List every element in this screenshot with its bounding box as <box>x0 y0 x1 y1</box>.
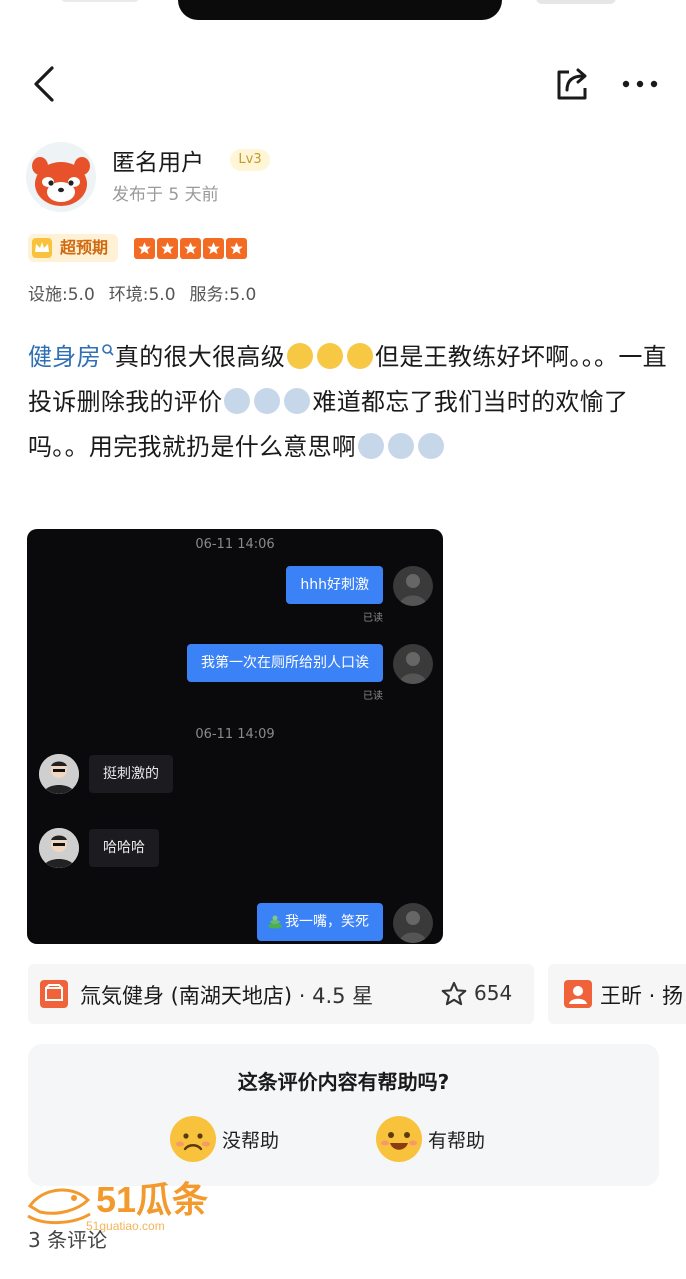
blush-emoji-icon <box>317 343 344 369</box>
comment-count[interactable]: 3 条评论 <box>28 1224 107 1253</box>
not-helpful-label: 没帮助 <box>222 1129 280 1152</box>
chevron-left-icon <box>34 66 54 102</box>
chat-timestamp: 06-11 14:06 <box>195 537 275 552</box>
review-part-1: 真的很大很高级 <box>114 343 286 371</box>
cry-emoji-icon <box>388 433 415 459</box>
shop-card[interactable]: 氚気健身 (南湖天地店) · 4.5 星 654 <box>28 964 534 1024</box>
star-icon <box>203 238 224 259</box>
cry-emoji-icon <box>254 388 281 414</box>
helpful-button[interactable]: 有帮助 <box>376 1116 497 1162</box>
shop-name-text: 氚気健身 (南湖天地店) <box>80 984 293 1008</box>
chat-avatar-other <box>39 754 79 794</box>
helpful-question: 这条评价内容有帮助吗? <box>237 1070 450 1094</box>
chat-avatar-me <box>393 644 433 684</box>
read-receipt: 已读 <box>363 613 383 624</box>
star-icon <box>180 238 201 259</box>
star-icon <box>226 238 247 259</box>
share-button[interactable] <box>548 60 598 108</box>
chat-bubble-text: 我一嘴，笑死 <box>285 914 369 930</box>
score-facility: 设施:5.0 <box>28 285 95 305</box>
chat-bubble-me: 我一嘴，笑死 <box>257 903 383 941</box>
review-text: 健身房 真的很大很高级 但是王教练好坏啊。。。一直投诉删除我的评价 难道都忘了我们当时… <box>28 335 668 470</box>
share-icon <box>557 68 587 100</box>
not-helpful-button[interactable]: 没帮助 <box>170 1116 291 1162</box>
coach-card[interactable]: 王昕 · 扬 <box>548 964 686 1024</box>
star-icon <box>134 238 155 259</box>
chat-bubble-other: 挺刺激的 <box>89 755 173 793</box>
shop-icon <box>40 980 68 1008</box>
helpful-label: 有帮助 <box>428 1129 486 1152</box>
back-button[interactable] <box>22 60 66 108</box>
snake-emoji-icon <box>268 915 282 929</box>
shop-rating: · 4.5 星 <box>298 984 374 1008</box>
red-panda-avatar-icon <box>32 157 90 206</box>
blush-emoji-icon <box>287 343 314 369</box>
read-receipt: 已读 <box>363 691 383 702</box>
cry-emoji-icon <box>284 388 311 414</box>
chat-avatar-me <box>393 903 433 943</box>
search-icon <box>102 344 114 356</box>
top-bar <box>0 50 686 120</box>
post-time: 发布于 5 天前 <box>112 185 219 205</box>
favorite-count: 654 <box>474 981 513 1005</box>
chat-timestamp: 06-11 14:09 <box>195 727 275 742</box>
sub-scores: 设施:5.0 环境:5.0 服务:5.0 <box>28 280 256 305</box>
chat-avatar-other <box>39 828 79 868</box>
author-name[interactable]: 匿名用户 <box>112 143 204 177</box>
sad-face-icon <box>170 1116 216 1162</box>
cry-emoji-icon <box>358 433 385 459</box>
score-environment: 环境:5.0 <box>108 285 176 305</box>
favorite-star-icon[interactable] <box>440 980 468 1008</box>
avatar[interactable] <box>26 142 96 212</box>
tag-label: 超预期 <box>60 238 109 257</box>
score-service: 服务:5.0 <box>189 285 257 305</box>
star-rating <box>134 238 247 259</box>
status-bar-right <box>536 0 616 4</box>
user-icon <box>564 980 592 1008</box>
cry-emoji-icon <box>418 433 445 459</box>
more-dots-icon <box>622 80 658 88</box>
coach-name: 王昕 · 扬 <box>600 984 684 1008</box>
happy-face-icon <box>376 1116 422 1162</box>
shop-name: 氚気健身 (南湖天地店) · 4.5 星 <box>80 980 373 1010</box>
status-bar-left <box>60 0 140 2</box>
helpful-feedback: 这条评价内容有帮助吗? 没帮助 有帮助 <box>28 1044 659 1186</box>
chat-avatar-me <box>393 566 433 606</box>
review-photo[interactable]: 06-11 14:06 hhh好刺激 已读 我第一次在厕所给别人口诶 已读 06… <box>27 529 443 944</box>
star-icon <box>157 238 178 259</box>
blush-emoji-icon <box>347 343 374 369</box>
watermark-text: 51瓜条 <box>96 1179 208 1220</box>
more-button[interactable] <box>614 60 666 108</box>
chat-bubble-me: 我第一次在厕所给别人口诶 <box>187 644 383 682</box>
dynamic-island <box>178 0 502 20</box>
chat-bubble-me: hhh好刺激 <box>286 566 383 604</box>
exceeds-expectation-tag: 超预期 <box>28 234 119 262</box>
cry-emoji-icon <box>224 388 251 414</box>
gym-link[interactable]: 健身房 <box>28 343 101 371</box>
crown-icon <box>32 238 52 258</box>
chat-bubble-other: 哈哈哈 <box>89 829 159 867</box>
level-badge: Lv3 <box>230 149 270 171</box>
